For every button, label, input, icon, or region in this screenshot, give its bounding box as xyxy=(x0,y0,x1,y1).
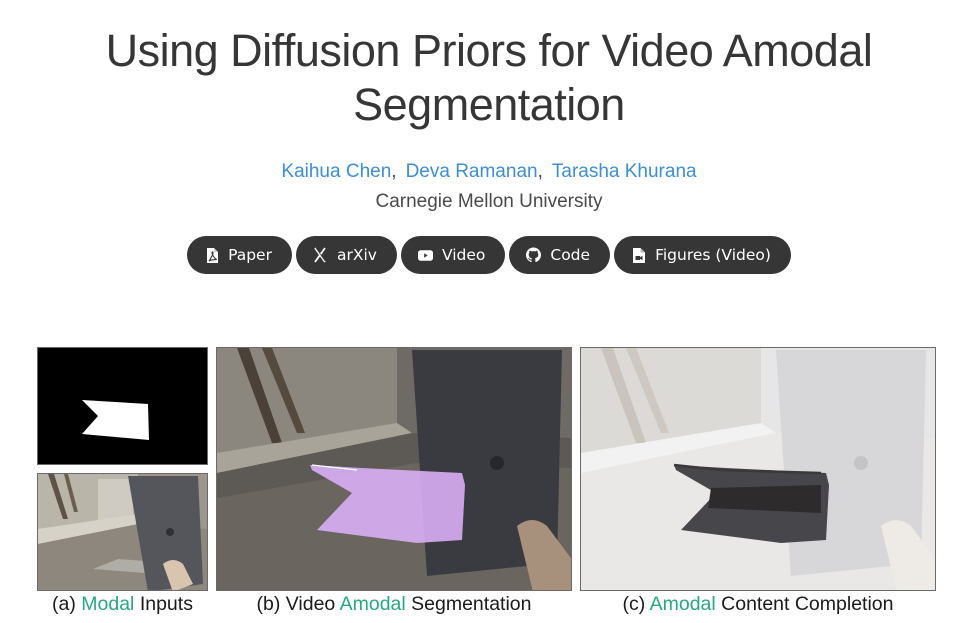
caption-b: (b) Video Amodal Segmentation xyxy=(216,593,572,616)
arxiv-icon xyxy=(313,247,328,263)
arxiv-button[interactable]: arXiv xyxy=(295,236,397,274)
caption-b-prefix: (b) Video xyxy=(256,593,340,615)
caption-c-highlight: Amodal xyxy=(649,593,716,615)
code-label: Code xyxy=(550,246,591,264)
caption-a: (a) Modal Inputs xyxy=(37,593,208,616)
title-line-1: Using Diffusion Priors for Video Amodal xyxy=(105,25,873,76)
modal-input-frame xyxy=(37,473,208,591)
author-link[interactable]: Kaihua Chen xyxy=(281,161,391,182)
author-link[interactable]: Tarasha Khurana xyxy=(552,161,697,182)
caption-c: (c) Amodal Content Completion xyxy=(580,593,936,616)
caption-a-suffix: Inputs xyxy=(134,593,193,615)
video-button[interactable]: Video xyxy=(400,236,506,274)
author-separator: , xyxy=(391,161,397,182)
title-line-2: Segmentation xyxy=(353,79,625,130)
caption-c-suffix: Content Completion xyxy=(715,593,894,615)
link-buttons: Paper arXiv Video Code Figures (Video) xyxy=(0,236,978,274)
video-file-icon xyxy=(631,247,646,263)
amodal-completion-frame xyxy=(580,347,936,591)
affiliation: Carnegie Mellon University xyxy=(375,191,603,212)
caption-c-prefix: (c) xyxy=(622,593,650,615)
pdf-file-icon xyxy=(204,247,219,263)
caption-b-suffix: Segmentation xyxy=(405,593,532,615)
video-label: Video xyxy=(441,246,486,264)
page-title: Using Diffusion Priors for Video Amodal … xyxy=(0,24,978,132)
youtube-icon xyxy=(417,247,433,263)
modal-mask-image xyxy=(37,347,208,465)
figures-video-label: Figures (Video) xyxy=(655,246,771,264)
figures-video-button[interactable]: Figures (Video) xyxy=(614,236,791,274)
caption-a-prefix: (a) xyxy=(52,593,82,615)
code-button[interactable]: Code xyxy=(509,236,611,274)
author-link[interactable]: Deva Ramanan xyxy=(406,161,538,182)
modal-mask-shape xyxy=(82,400,149,440)
paper-button[interactable]: Paper xyxy=(187,236,292,274)
arxiv-label: arXiv xyxy=(336,246,377,264)
paper-label: Paper xyxy=(228,246,272,264)
caption-b-highlight: Amodal xyxy=(339,593,406,615)
caption-a-highlight: Modal xyxy=(81,593,135,615)
amodal-segmentation-frame xyxy=(216,347,572,591)
author-separator: , xyxy=(537,161,543,182)
github-icon xyxy=(526,247,542,263)
author-list: Kaihua Chen, Deva Ramanan, Tarasha Khurana xyxy=(0,160,978,184)
